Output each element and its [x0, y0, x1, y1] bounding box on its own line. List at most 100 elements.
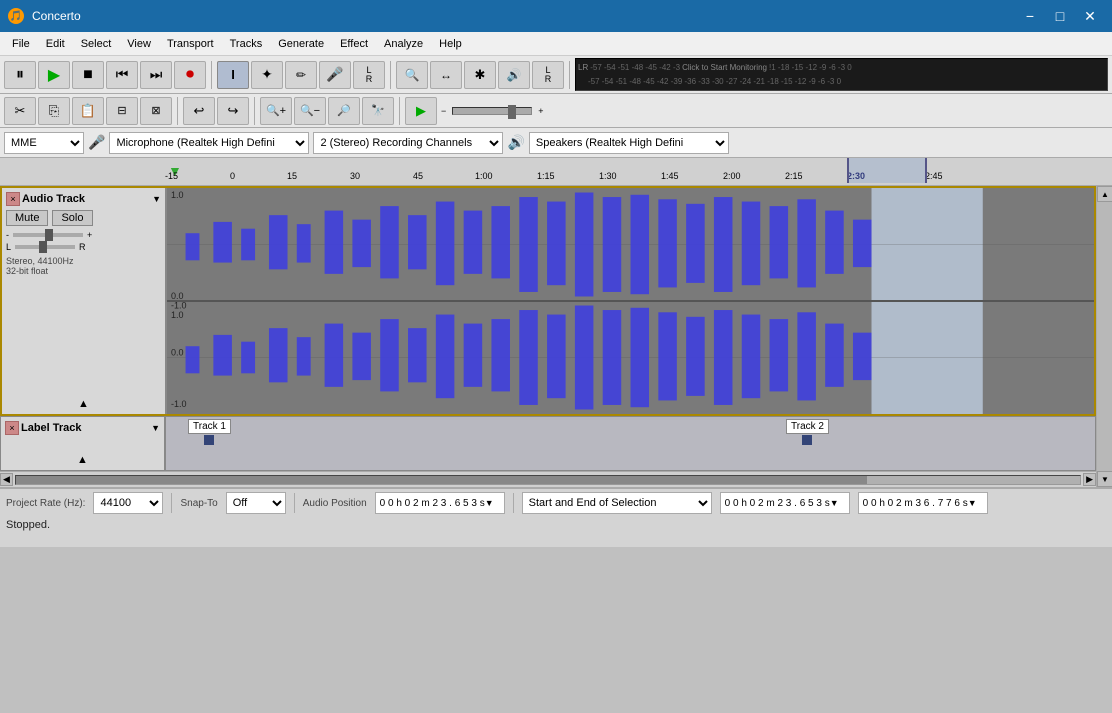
audio-track-close[interactable]: ×	[6, 192, 20, 206]
sep6	[399, 97, 400, 125]
ruler-mark-115: 1:15	[537, 171, 555, 181]
channels-select[interactable]: 2 (Stereo) Recording Channels	[313, 132, 503, 154]
tracks-and-scroll: × Audio Track ▼ Mute Solo - +	[0, 186, 1096, 487]
label-track-close[interactable]: ×	[5, 421, 19, 435]
vu-meters[interactable]: LR -57 -54 -51 -48 -45 -42 -3 Click to S…	[575, 58, 1108, 91]
audio-track-waveform[interactable]: 1.0 0.0 -1.0 1.0 0.0 -1.0	[167, 188, 1094, 414]
copy-button[interactable]: ⎘	[38, 97, 70, 125]
menu-analyze[interactable]: Analyze	[376, 36, 431, 52]
record-button[interactable]: ⏺	[174, 61, 206, 89]
audio-position-display[interactable]: 0 0 h 0 2 m 2 3 . 6 5 3 s ▼	[375, 492, 505, 514]
stop-button[interactable]: ■	[72, 61, 104, 89]
zoom-in-tool-button[interactable]: 🔍	[396, 61, 428, 89]
output-device-select[interactable]: Speakers (Realtek High Defini	[529, 132, 729, 154]
snap-to-select[interactable]: Off	[226, 492, 286, 514]
selection-type-select[interactable]: Start and End of Selection	[522, 492, 712, 514]
lr2-button[interactable]: LR	[532, 61, 564, 89]
audio-track-collapse[interactable]: ▲	[78, 398, 89, 410]
scroll-right-btn[interactable]: ▶	[1083, 473, 1096, 486]
maximize-button[interactable]: □	[1046, 4, 1074, 28]
track1-label-marker[interactable]: Track 1	[188, 419, 231, 445]
pan-slider-thumb[interactable]	[39, 241, 47, 253]
horizontal-scrollbar[interactable]	[15, 475, 1081, 485]
skip-end-button[interactable]: ⏭	[140, 61, 172, 89]
title-bar: 🎵 Concerto − □ ✕	[0, 0, 1112, 32]
close-button[interactable]: ✕	[1076, 4, 1104, 28]
time-shift-button[interactable]: ↔	[430, 61, 462, 89]
solo-button[interactable]: Solo	[52, 210, 92, 226]
vu-lr-label: LR	[578, 63, 588, 72]
mute-button[interactable]: Mute	[6, 210, 48, 226]
envelope-tool-button[interactable]: ✦	[251, 61, 283, 89]
sel-end-dropdown[interactable]: ▼	[968, 498, 977, 508]
pan-l: L	[6, 242, 11, 252]
mic-device-select[interactable]: Microphone (Realtek High Defini	[109, 132, 309, 154]
click-to-monitor[interactable]: Click to Start Monitoring	[682, 63, 767, 72]
multi-tool-button[interactable]: ✱	[464, 61, 496, 89]
menu-select[interactable]: Select	[73, 36, 120, 52]
menu-edit[interactable]: Edit	[38, 36, 73, 52]
scroll-left-btn[interactable]: ◀	[0, 473, 13, 486]
audio-pos-dropdown[interactable]: ▼	[485, 498, 494, 508]
speed-slider[interactable]	[452, 107, 532, 115]
selection-end-display[interactable]: 0 0 h 0 2 m 3 6 . 7 7 6 s ▼	[858, 492, 988, 514]
mic-button[interactable]: 🎤	[319, 61, 351, 89]
cut-button[interactable]: ✂	[4, 97, 36, 125]
selection-end-value: 0 0 h 0 2 m 3 6 . 7 7 6 s	[863, 498, 968, 509]
trim-button[interactable]: ⊟	[106, 97, 138, 125]
menu-help[interactable]: Help	[431, 36, 470, 52]
redo-button[interactable]: ↪	[217, 97, 249, 125]
vol-lr-button[interactable]: 🔊	[498, 61, 530, 89]
track2-label-marker[interactable]: Track 2	[786, 419, 829, 445]
project-rate-select[interactable]: 44100	[93, 492, 163, 514]
label-track-collapse[interactable]: ▲	[77, 454, 88, 466]
gain-slider-thumb[interactable]	[45, 229, 53, 241]
paste-button[interactable]: 📋	[72, 97, 104, 125]
pause-button[interactable]: ⏸	[4, 61, 36, 89]
zoom-in-button[interactable]: 🔍+	[260, 97, 292, 125]
skip-start-button[interactable]: ⏮	[106, 61, 138, 89]
timeline-ruler[interactable]: ▼ -15 0 15 30 45 1:00 1:15 1:30 1:45 2:0…	[0, 158, 1112, 186]
label-track-header: × Label Track ▼ ▲	[1, 417, 166, 470]
track2-pin-circle	[802, 435, 812, 445]
speed-slider-thumb[interactable]	[508, 105, 516, 119]
track2-label[interactable]: Track 2	[786, 419, 829, 434]
waveform-svg: 1.0 0.0 -1.0 1.0 0.0 -1.0	[167, 188, 1094, 414]
menu-tracks[interactable]: Tracks	[222, 36, 271, 52]
selection-start-display[interactable]: 0 0 h 0 2 m 2 3 . 6 5 3 s ▼	[720, 492, 850, 514]
menu-generate[interactable]: Generate	[270, 36, 332, 52]
minimize-button[interactable]: −	[1016, 4, 1044, 28]
audio-host-select[interactable]: MME	[4, 132, 84, 154]
menu-transport[interactable]: Transport	[159, 36, 222, 52]
zoom-out-button[interactable]: 🔍−	[294, 97, 326, 125]
menu-file[interactable]: File	[4, 36, 38, 52]
scroll-down-btn[interactable]: ▼	[1097, 471, 1112, 487]
audio-track-dropdown[interactable]: ▼	[152, 194, 161, 204]
zoom-sel-button[interactable]: 🔎	[328, 97, 360, 125]
play-speed-button[interactable]: ▶	[405, 97, 437, 125]
track-info: Stereo, 44100Hz 32-bit float	[6, 256, 161, 276]
scroll-up-btn[interactable]: ▲	[1097, 186, 1112, 202]
label-track-content[interactable]: Track 1 Track 2	[166, 417, 1095, 470]
lr-button[interactable]: LR	[353, 61, 385, 89]
zoom-fit-button[interactable]: 🔭	[362, 97, 394, 125]
menu-effect[interactable]: Effect	[332, 36, 376, 52]
play-button[interactable]: ▶	[38, 61, 70, 89]
vu-meter-bot: -57 -54 -51 -48 -45 -42 -39 -36 -33 -30 …	[578, 75, 1105, 88]
sel-start-dropdown[interactable]: ▼	[830, 498, 839, 508]
v-scrollbar-track[interactable]	[1097, 202, 1112, 471]
pan-slider[interactable]	[15, 245, 75, 249]
select-tool-button[interactable]: I	[217, 61, 249, 89]
ruler-mark-15: 15	[287, 171, 297, 181]
track-gain: - +	[6, 230, 161, 240]
scrollbar-thumb[interactable]	[16, 476, 867, 484]
gain-slider[interactable]	[13, 233, 83, 237]
menu-view[interactable]: View	[119, 36, 159, 52]
ruler-inner: -15 0 15 30 45 1:00 1:15 1:30 1:45 2:00 …	[165, 158, 1112, 183]
svg-text:1.0: 1.0	[171, 190, 184, 200]
label-track-dropdown[interactable]: ▼	[151, 423, 160, 433]
pencil-tool-button[interactable]: ✏	[285, 61, 317, 89]
undo-button[interactable]: ↩	[183, 97, 215, 125]
track1-label[interactable]: Track 1	[188, 419, 231, 434]
silence-button[interactable]: ⊠	[140, 97, 172, 125]
